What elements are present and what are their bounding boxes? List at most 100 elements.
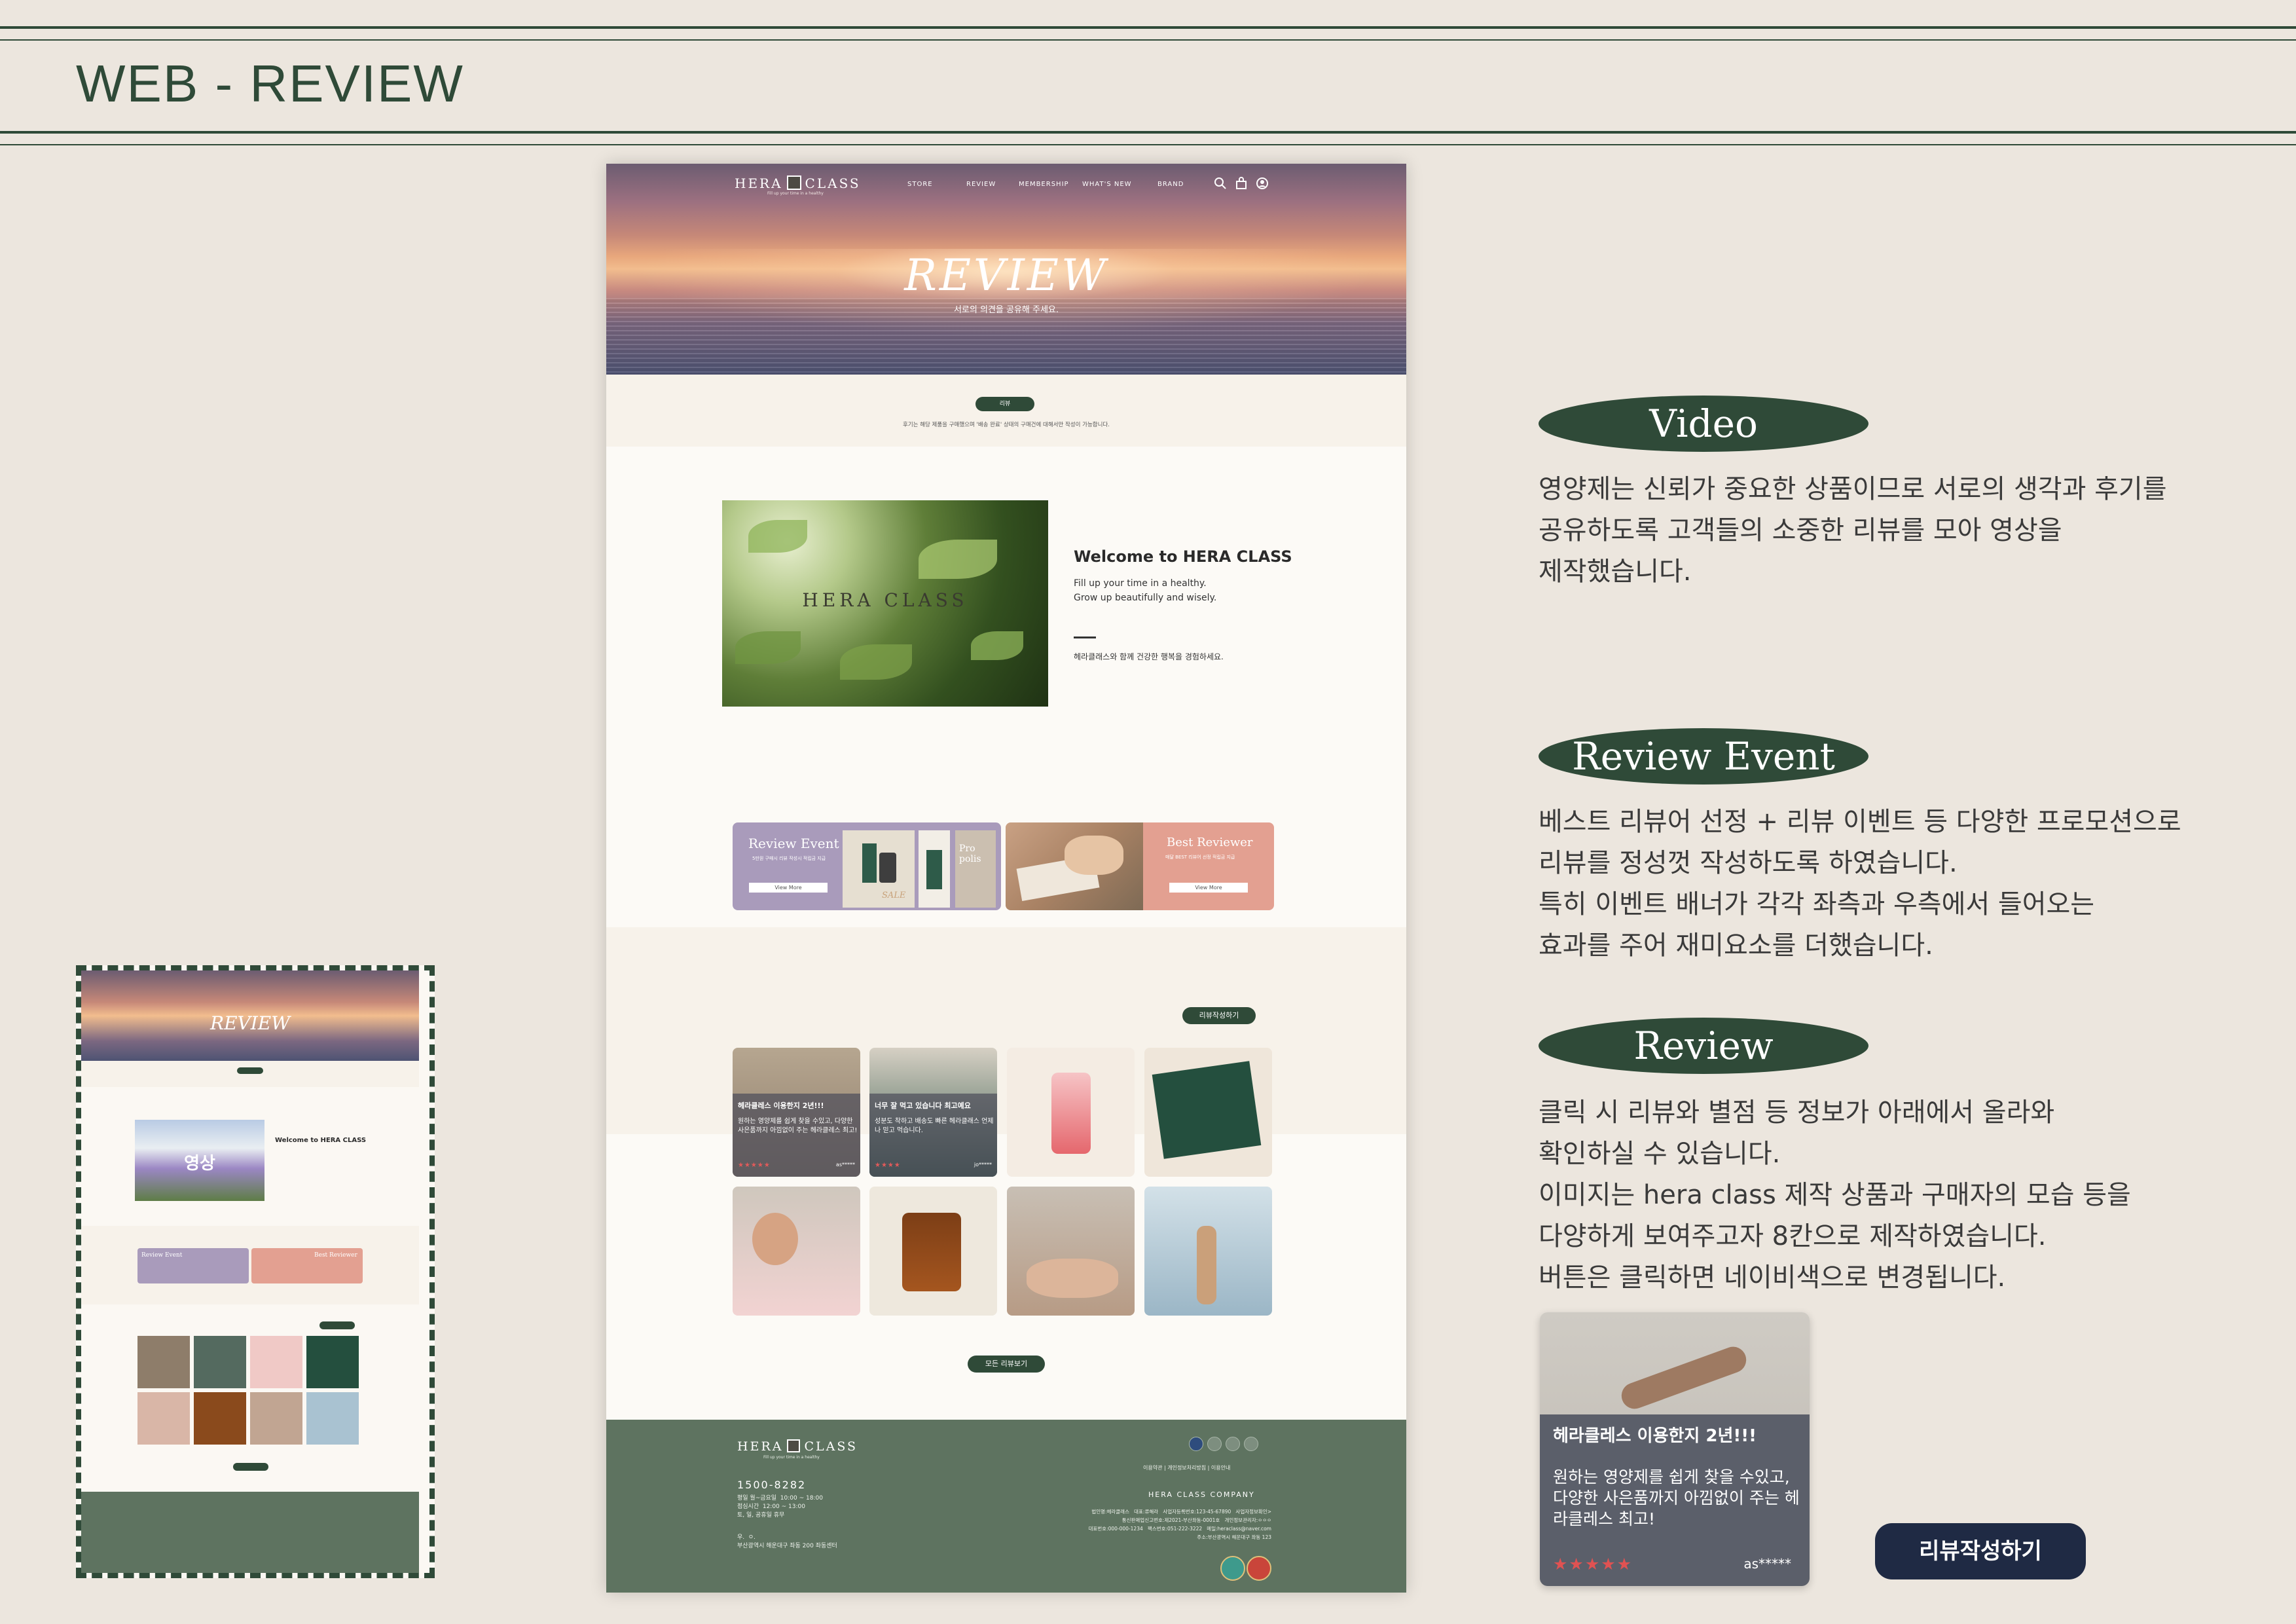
review-stars: ★★★★★ [1553,1555,1633,1574]
review-card-enlarged[interactable]: 헤라클레스 이용한지 2년!!! 원하는 영양제를 쉽게 찾을 수있고, 다양한… [1540,1312,1810,1586]
event-banner-section [606,927,1406,1134]
award-badge-icon [1220,1556,1245,1581]
product-jar [902,1213,961,1291]
page-title: WEB - REVIEW [76,54,464,113]
review-card[interactable] [1007,1187,1135,1316]
thumb-best-title: Best Reviewer [314,1252,357,1259]
write-review-button[interactable]: 리뷰작성하기 [1182,1007,1256,1024]
review-title: 헤라클레스 이용한지 2년!!! [738,1101,824,1110]
best-view-more-button[interactable]: View More [1169,883,1248,893]
logo-mark [786,175,801,190]
footer-logo-left: HERA [737,1439,784,1454]
child-face [752,1213,798,1265]
nav-logo[interactable]: HERA CLASS [735,175,861,191]
welcome-line-1: Fill up your time in a healthy. [1074,578,1207,589]
best-banner-title: Best Reviewer [1167,836,1253,849]
footer-logo: HERA CLASS [737,1439,858,1454]
write-review-button-navy[interactable]: 리뷰작성하기 [1875,1523,2086,1579]
review-user: as***** [835,1162,855,1168]
hero-subtitle: 서로의 의견을 공유해 주세요. [953,305,1059,315]
nav-item-brand[interactable]: BRAND [1157,181,1184,188]
header-rule-bottom [0,131,2296,134]
leaf-shape [919,540,997,579]
thumb-welcome: Welcome to HERA CLASS [275,1137,367,1144]
best-banner-subtitle: 매달 BEST 리뷰어 선정 적립금 지급 [1165,855,1235,860]
footer-logo-right: CLASS [804,1439,858,1454]
review-card[interactable] [733,1187,860,1316]
thumb-footer [81,1492,419,1573]
leaf-shape [735,631,801,664]
review-policy-note: 후기는 해당 제품을 구매했으며 '배송 완료' 상태의 구매건에 대해서만 작… [903,422,1110,428]
video-description: 영양제는 신뢰가 중요한 상품이므로 서로의 생각과 후기를 공유하도록 고객들… [1539,474,2167,587]
full-page-thumbnail: REVIEW 영상 Welcome to HERA CLASS Review E… [76,965,435,1578]
footer-company: HERA CLASS COMPANY [1148,1490,1255,1499]
footer-tagline: Fill up your time in a healthy [763,1455,820,1460]
video-logo: HERA CLASS [722,589,1048,611]
review-event-banner[interactable]: Review Event 5만원 구매시 리뷰 작성시 적립금 지급 View … [733,822,1001,910]
nav-item-whats-new[interactable]: WHAT'S NEW [1082,181,1132,188]
thumb-card [137,1392,190,1445]
user-icon[interactable] [1256,177,1269,190]
thumb-video: 영상 [135,1120,264,1201]
footer-address: 우. ㅇ. 부산광역시 해운대구 좌동 200 좌동센터 [737,1534,837,1549]
review-video[interactable]: HERA CLASS [722,500,1048,707]
review-text: 성분도 착하고 배송도 빠른 헤라클래스 언제나 믿고 먹습니다. [875,1118,994,1134]
blog-icon[interactable] [1226,1437,1240,1451]
header-rule-bottom-thin [0,144,2296,145]
footer-hours: 평일 월~금요일 10:00 ~ 18:00 점심시간 12:00 ~ 13:0… [737,1495,823,1519]
thumb-event-banner: Review Event [137,1248,249,1283]
review-description: 클릭 시 리뷰와 별점 등 정보가 아래에서 올라와 확인하실 수 있습니다. … [1539,1098,2131,1293]
review-user: jo***** [974,1162,992,1168]
footer-links[interactable]: 이용약관 | 개인정보처리방침 | 이용안내 [1143,1464,1230,1471]
nav-tagline: Fill up your time in a healthy [767,191,824,196]
best-reviewer-banner[interactable]: Best Reviewer 매달 BEST 리뷰어 선정 적립금 지급 View… [1006,822,1274,910]
thumb-card [194,1336,246,1388]
review-title: 너무 잘 먹고 있습니다 최고예요 [875,1101,971,1110]
person-shape [1197,1226,1216,1304]
thumb-tab [237,1067,263,1074]
nav-item-review[interactable]: REVIEW [966,181,996,188]
review-text: 원하는 영양제를 쉽게 찾을 수있고, 다양한 사은품까지 아낌없이 주는 헤라… [1553,1467,1800,1528]
welcome-line-2: Grow up beautifully and wisely. [1074,593,1217,603]
thumb-hero-title: REVIEW [210,1012,291,1034]
cart-icon[interactable] [1235,177,1248,190]
thumb-view-all-button [233,1463,268,1471]
product-box [862,843,877,883]
video-logo-text: HERA CLASS [802,589,968,611]
leaf-shape [971,631,1023,660]
product-bottle [1051,1073,1091,1154]
nav-item-store[interactable]: STORE [907,181,933,188]
logo-text-right: CLASS [805,175,861,191]
review-card[interactable] [1144,1187,1272,1316]
review-card[interactable]: 헤라클레스 이용한지 2년!!! 원하는 영양제를 쉽게 찾을 수있고, 다양한… [733,1048,860,1177]
review-tab[interactable]: 리뷰 [975,397,1034,411]
facebook-icon[interactable] [1189,1437,1203,1451]
event-view-more-button[interactable]: View More [749,883,828,893]
writing-photo [1006,822,1143,910]
logo-mark [787,1439,801,1452]
nav-item-membership[interactable]: MEMBERSHIP [1019,181,1069,188]
review-card[interactable] [1144,1048,1272,1177]
review-card[interactable]: 너무 잘 먹고 있습니다 최고예요 성분도 착하고 배송도 빠른 헤라클래스 언… [869,1048,997,1177]
review-event-description: 베스트 리뷰어 선정 + 리뷰 이벤트 등 다양한 프로모션으로 리뷰를 정성껏… [1539,807,2181,961]
thumb-card [306,1392,359,1445]
search-icon[interactable] [1214,177,1227,190]
propolis-image: Pro polis [955,830,996,908]
review-overlay: 헤라클레스 이용한지 2년!!! 원하는 영양제를 쉽게 찾을 수있고, 다양한… [1540,1414,1810,1586]
view-all-reviews-button[interactable]: 모든 리뷰보기 [968,1356,1045,1373]
logo-text-left: HERA [735,175,783,191]
thumb-card [250,1392,302,1445]
review-card[interactable] [869,1187,997,1316]
youtube-icon[interactable] [1244,1437,1258,1451]
thumb-write-button [319,1321,355,1329]
welcome-heading: Welcome to HERA CLASS [1074,547,1292,566]
event-banner-subtitle: 5만원 구매시 리뷰 작성시 적립금 지급 [752,856,826,861]
thumb-intro [81,1061,419,1087]
thumb-banner-section [81,1226,419,1304]
video-label: Video [1539,396,1868,452]
review-card[interactable] [1007,1048,1135,1177]
header-rule-top-thin [0,39,2296,41]
instagram-icon[interactable] [1207,1437,1222,1451]
review-text: 원하는 영양제를 쉽게 찾을 수있고, 다양한 사은품까지 아낌없이 주는 헤라… [738,1118,858,1134]
event-product-image-2 [919,830,950,908]
